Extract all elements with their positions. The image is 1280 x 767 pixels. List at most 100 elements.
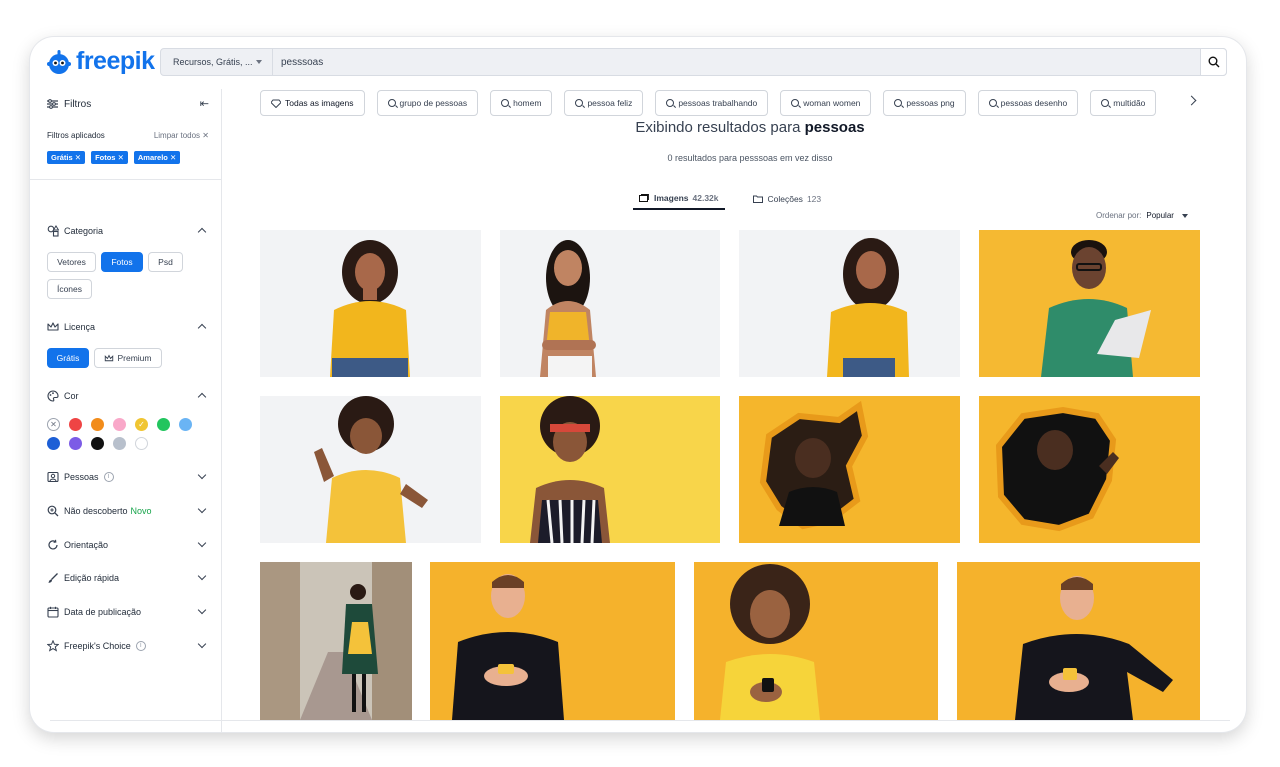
color-swatch-black[interactable]	[91, 437, 104, 450]
tab-colecoes-label: Coleções	[767, 194, 803, 204]
color-swatch-orange[interactable]	[91, 418, 104, 431]
photo-thumbnail[interactable]	[430, 562, 675, 720]
tag-todas-imagens[interactable]: Todas as imagens	[260, 90, 365, 116]
photo-thumbnail[interactable]	[739, 230, 960, 377]
tag-woman-women[interactable]: woman women	[780, 90, 872, 116]
search-icon	[501, 99, 510, 107]
licenca-label: Licença	[64, 322, 96, 332]
woman-yellow-top-photo	[540, 240, 596, 377]
chip-amarelo[interactable]: Amarelo ✕	[133, 151, 181, 164]
brush-icon	[48, 573, 58, 583]
color-swatch-yellow-selected[interactable]: ✓	[135, 418, 148, 431]
category-psd[interactable]: Psd	[148, 252, 183, 272]
tag-pessoas-png[interactable]: pessoas png	[883, 90, 966, 116]
tag-pessoas-trabalhando[interactable]: pessoas trabalhando	[655, 90, 769, 116]
license-gratis[interactable]: Grátis	[47, 348, 89, 368]
chevron-down-icon	[197, 639, 207, 649]
search-button[interactable]	[1200, 48, 1227, 76]
photo-thumbnail[interactable]	[694, 562, 938, 720]
category-vetores[interactable]: Vetores	[47, 252, 96, 272]
color-swatch-lightblue[interactable]	[179, 418, 192, 431]
tag-label: woman women	[803, 98, 861, 108]
categoria-section-header[interactable]: Categoria	[47, 223, 209, 239]
tag-label: homem	[513, 98, 542, 108]
filter-sliders-icon	[47, 99, 58, 109]
sort-value: Popular	[1146, 211, 1174, 220]
data-publicacao-section-header[interactable]: Data de publicação	[47, 604, 209, 620]
orientacao-section-header[interactable]: Orientação	[47, 537, 209, 553]
info-icon[interactable]: i	[135, 641, 146, 651]
man-pointing-phone-photo	[957, 562, 1200, 720]
pessoas-section-header[interactable]: Pessoas i	[47, 469, 209, 485]
color-swatch-gray[interactable]	[113, 437, 126, 450]
category-icones[interactable]: Ícones	[47, 279, 92, 299]
tag-grupo-de-pessoas[interactable]: grupo de pessoas	[376, 90, 479, 116]
tag-pessoas-desenho[interactable]: pessoas desenho	[977, 90, 1079, 116]
color-swatch-pink[interactable]	[113, 418, 126, 431]
results-title-term: pessoas	[804, 119, 865, 136]
man-ripped-paper-thumb-photo	[979, 396, 1200, 543]
photo-thumbnail[interactable]	[979, 396, 1200, 543]
photo-thumbnail[interactable]	[957, 562, 1200, 720]
related-tags-bar: Todas as imagens grupo de pessoas homem …	[260, 90, 1200, 116]
color-swatch-green[interactable]	[157, 418, 170, 431]
tag-label: pessoa feliz	[587, 98, 633, 108]
search-icon	[387, 99, 396, 107]
tab-imagens[interactable]: Imagens 42.32k	[633, 188, 725, 210]
data-publicacao-label: Data de publicação	[64, 607, 142, 617]
freepiks-choice-section-header[interactable]: Freepik's Choice i	[47, 638, 209, 654]
chip-gratis[interactable]: Grátis ✕	[47, 151, 86, 164]
search-type-dropdown[interactable]: Recursos, Grátis, ...	[161, 49, 273, 75]
color-swatch-red[interactable]	[69, 418, 82, 431]
chevron-up-icon	[197, 323, 207, 333]
photo-thumbnail[interactable]	[260, 562, 412, 720]
freepik-logo[interactable]: freepik	[46, 47, 155, 76]
cor-label: Cor	[64, 391, 79, 401]
magnifier-plus-icon	[47, 505, 59, 517]
sort-dropdown[interactable]: Ordenar por: Popular	[1096, 211, 1188, 220]
photo-thumbnail[interactable]	[500, 396, 720, 543]
diamond-icon	[271, 99, 281, 108]
search-input[interactable]	[273, 49, 1204, 75]
tag-multidao[interactable]: multidão	[1090, 90, 1157, 116]
filters-sidebar: Filtros ⇤ Filtros aplicados Limpar todos…	[30, 89, 222, 732]
tag-label: Todas as imagens	[285, 98, 354, 108]
license-premium[interactable]: Premium	[94, 348, 162, 368]
color-swatch-none[interactable]: ✕	[47, 418, 60, 431]
freepik-mascot-icon	[47, 49, 71, 74]
chevron-down-icon	[197, 605, 207, 615]
tab-imagens-label: Imagens	[654, 193, 689, 203]
results-title-prefix: Exibindo resultados para	[635, 119, 801, 136]
caret-down-icon	[256, 60, 262, 64]
photo-thumbnail[interactable]	[260, 396, 481, 543]
collapse-sidebar-icon[interactable]: ⇤	[200, 97, 209, 110]
nao-descoberto-section-header[interactable]: Não descoberto Novo	[47, 503, 209, 519]
tag-pessoa-feliz[interactable]: pessoa feliz	[564, 90, 644, 116]
photo-thumbnail[interactable]	[979, 230, 1200, 377]
woman-pointing-photo	[827, 238, 909, 377]
chip-fotos[interactable]: Fotos ✕	[91, 151, 128, 164]
info-icon[interactable]: i	[103, 472, 114, 482]
tab-colecoes[interactable]: Coleções 123	[747, 188, 828, 210]
tag-homem[interactable]: homem	[490, 90, 553, 116]
tab-imagens-count: 42.32k	[692, 193, 719, 203]
color-swatch-blue[interactable]	[47, 437, 60, 450]
licenca-section-header[interactable]: Licença	[47, 319, 209, 335]
palette-icon	[47, 390, 59, 402]
photo-thumbnail[interactable]	[500, 230, 720, 377]
tag-label: multidão	[1113, 98, 1146, 108]
clear-all-button[interactable]: Limpar todos ✕	[154, 131, 209, 140]
pessoas-label: Pessoas	[64, 472, 99, 482]
color-swatch-white[interactable]	[135, 437, 148, 450]
search-icon	[894, 99, 903, 107]
edicao-rapida-section-header[interactable]: Edição rápida	[47, 570, 209, 586]
photo-thumbnail[interactable]	[739, 396, 960, 543]
person-frame-icon	[47, 471, 59, 483]
orientacao-label: Orientação	[64, 540, 109, 550]
category-fotos[interactable]: Fotos	[101, 252, 143, 272]
woman-park-photo	[260, 562, 412, 720]
color-swatch-purple[interactable]	[69, 437, 82, 450]
man-laptop-photo	[1041, 240, 1151, 377]
cor-section-header[interactable]: Cor	[47, 388, 209, 404]
photo-thumbnail[interactable]	[260, 230, 481, 377]
